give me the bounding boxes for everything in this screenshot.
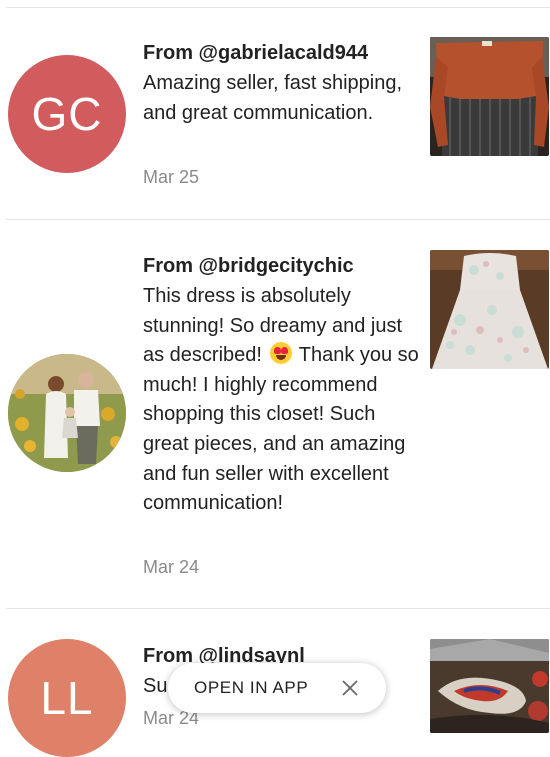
review-date: Mar 25	[143, 167, 200, 187]
review-date: Mar 24	[143, 557, 200, 577]
avatar-initials: LL	[40, 672, 94, 724]
top-divider	[6, 7, 550, 8]
review-divider	[6, 219, 550, 220]
open-in-app-button[interactable]: OPEN IN APP	[194, 678, 308, 698]
avatar[interactable]: LL	[8, 639, 126, 757]
review-author[interactable]: From @bridgecitychic	[143, 255, 354, 278]
floral-dress-photo[interactable]	[430, 250, 549, 369]
review-text: This dress is absolutely stunning! So dr…	[143, 282, 423, 519]
avatar-initials: GC	[31, 88, 103, 140]
review-text: Amazing seller, fast shipping, and great…	[143, 72, 403, 124]
beaded-item-photo[interactable]	[430, 639, 549, 733]
review-author[interactable]: From @gabrielacald944	[143, 42, 368, 65]
avatar[interactable]	[8, 354, 126, 472]
heart-eyes-emoji-icon	[269, 342, 292, 365]
close-icon[interactable]	[340, 678, 360, 698]
orange-top-photo[interactable]	[430, 37, 549, 156]
review-divider	[6, 608, 550, 609]
avatar[interactable]: GC	[8, 55, 126, 173]
review-text-part: Thank you so much! I highly recommend sh…	[143, 344, 419, 515]
open-in-app-banner[interactable]: OPEN IN APP	[168, 663, 386, 713]
